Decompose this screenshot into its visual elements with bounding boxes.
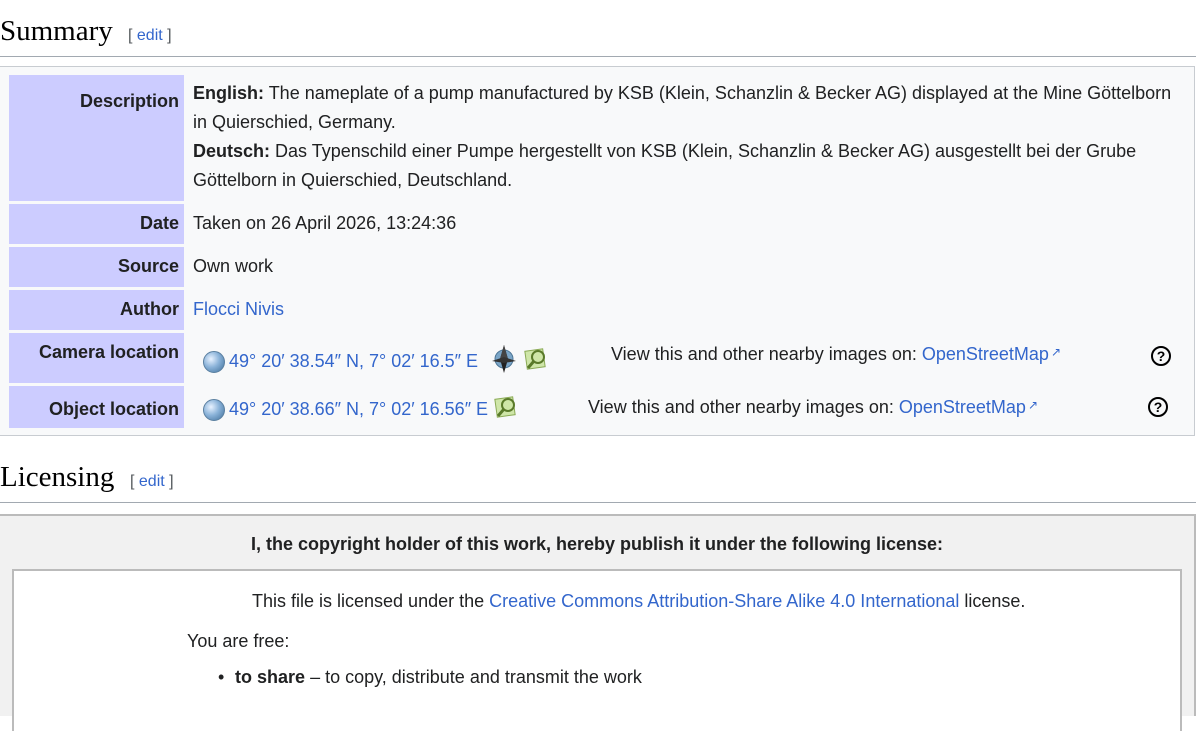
author-label: Author xyxy=(120,299,179,319)
help-icon[interactable]: ? xyxy=(1148,397,1168,417)
license-statement: I, the copyright holder of this work, he… xyxy=(250,534,944,554)
licensing-heading: Licensing [ edit ] xyxy=(0,456,1196,503)
summary-heading: Summary [ edit ] xyxy=(0,10,1196,57)
camera-coords-link[interactable]: 49° 20′ 38.54″ N, 7° 02′ 16.5″ E xyxy=(229,351,478,372)
list-item: • to share – to copy, distribute and tra… xyxy=(218,667,642,687)
date-value: Taken on 26 April 2026, 13:24:36 xyxy=(193,213,457,233)
license-suffix: license. xyxy=(964,591,1026,611)
object-nearby-text: View this and other nearby images on: xyxy=(588,397,894,417)
row-source: Source Own work xyxy=(9,247,1194,287)
map-icon[interactable] xyxy=(494,394,520,425)
freedom-term: to share xyxy=(235,667,306,687)
license-inner-box: This file is licensed under the Creative… xyxy=(12,569,1182,731)
compass-icon[interactable] xyxy=(488,343,520,380)
you-are-free: You are free: xyxy=(187,631,290,651)
globe-icon[interactable] xyxy=(203,350,225,373)
freedom-list: • to share – to copy, distribute and tra… xyxy=(218,667,642,688)
licensing-edit: [ edit ] xyxy=(130,473,174,490)
english-description: The nameplate of a pump manufactured by … xyxy=(193,83,1172,132)
row-description: Description English: The nameplate of a … xyxy=(9,75,1194,201)
license-line: This file is licensed under the Creative… xyxy=(252,591,1025,612)
row-date: Date Taken on 26 April 2026, 13:24:36 xyxy=(9,204,1194,244)
map-icon[interactable] xyxy=(524,346,550,377)
camera-nearby-text: View this and other nearby images on: xyxy=(611,344,917,364)
row-object-location: Object location 49° 20′ 38.66″ N, 7° 02′… xyxy=(9,386,1194,428)
licensing-title: Licensing xyxy=(0,461,115,493)
information-table: Description English: The nameplate of a … xyxy=(0,66,1195,436)
licensing-edit-link[interactable]: edit xyxy=(139,473,165,490)
deutsch-description: Das Typenschild einer Pumpe hergestellt … xyxy=(193,141,1137,190)
object-osm-link[interactable]: OpenStreetMap xyxy=(899,397,1026,417)
license-box: I, the copyright holder of this work, he… xyxy=(0,514,1196,731)
row-author: Author Flocci Nivis xyxy=(9,290,1194,330)
english-label: English: xyxy=(193,83,264,103)
source-value: Own work xyxy=(193,256,274,276)
globe-icon[interactable] xyxy=(203,398,225,421)
summary-title: Summary xyxy=(0,15,113,47)
camera-location-label: Camera location xyxy=(38,342,179,362)
source-label: Source xyxy=(117,256,179,276)
summary-edit: [ edit ] xyxy=(128,27,172,44)
freedom-desc: – to copy, distribute and transmit the w… xyxy=(310,667,642,687)
external-link-icon: ↗ xyxy=(1050,345,1062,359)
description-label: Description xyxy=(79,91,179,111)
camera-osm-link[interactable]: OpenStreetMap xyxy=(922,344,1049,364)
cc-license-link[interactable]: Creative Commons Attribution-Share Alike… xyxy=(489,591,959,611)
license-prefix: This file is licensed under the xyxy=(252,591,485,611)
date-label: Date xyxy=(139,213,179,233)
description-value: English: The nameplate of a pump manufac… xyxy=(193,75,1194,201)
summary-edit-link[interactable]: edit xyxy=(137,27,163,44)
row-camera-location: Camera location 49° 20′ 38.54″ N, 7° 02′… xyxy=(9,333,1194,383)
object-location-label: Object location xyxy=(48,399,179,419)
help-icon[interactable]: ? xyxy=(1151,346,1171,366)
object-coords-link[interactable]: 49° 20′ 38.66″ N, 7° 02′ 16.56″ E xyxy=(229,399,488,420)
author-link[interactable]: Flocci Nivis xyxy=(193,299,284,319)
deutsch-label: Deutsch: xyxy=(193,141,271,161)
external-link-icon: ↗ xyxy=(1027,398,1039,412)
